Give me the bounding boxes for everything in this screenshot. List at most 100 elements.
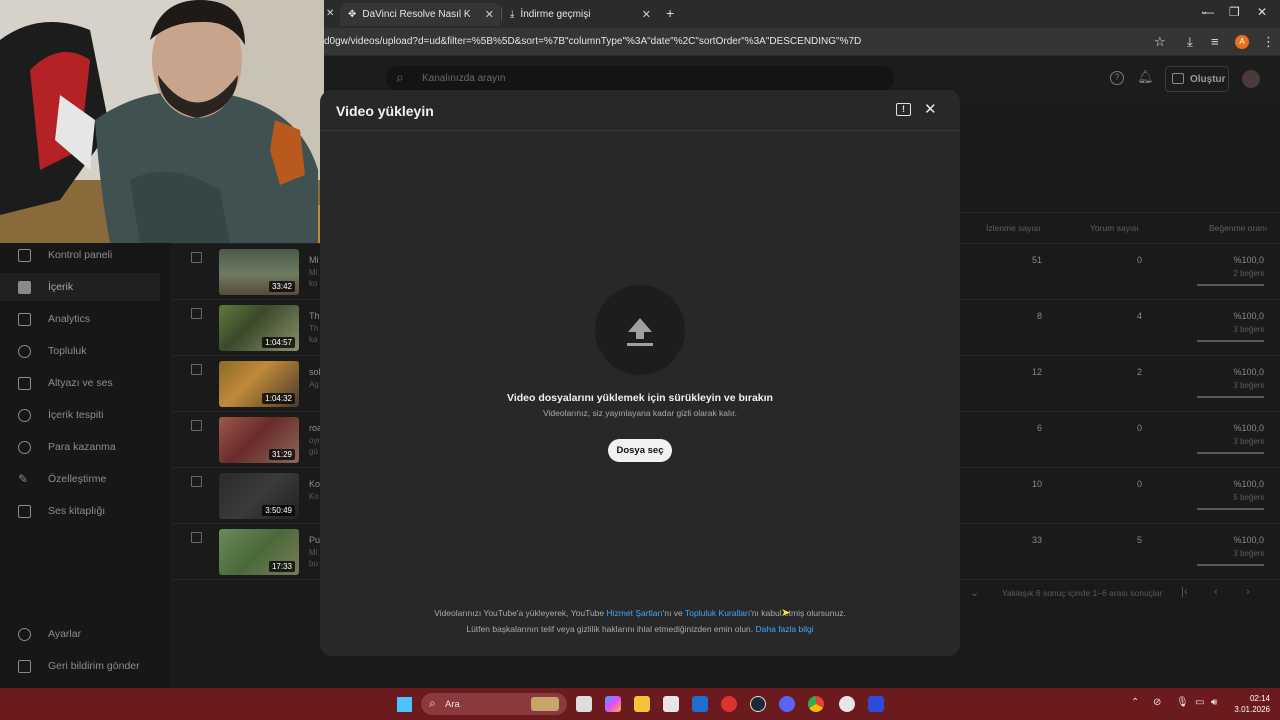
row-checkbox[interactable] <box>191 420 202 431</box>
new-tab-button[interactable]: + <box>666 5 674 21</box>
outlook-icon[interactable] <box>692 696 708 712</box>
video-description: Mi bu <box>309 548 318 568</box>
taskbar-search[interactable]: ⌕ Ara <box>421 693 567 715</box>
column-views[interactable]: İzlenme sayısı <box>986 223 1040 233</box>
close-tab-icon[interactable]: ✕ <box>326 8 334 19</box>
row-checkbox[interactable] <box>191 252 202 263</box>
sidebar-item-analytics[interactable]: Analytics <box>0 305 160 333</box>
video-thumbnail[interactable]: 3:50:49 <box>219 473 299 519</box>
store-icon[interactable] <box>663 696 679 712</box>
learn-more-link[interactable]: Daha fazla bilgi <box>756 624 814 634</box>
sidebar-item-label: Geri bildirim gönder <box>48 660 140 672</box>
video-thumbnail[interactable]: 1:04:32 <box>219 361 299 407</box>
task-view-icon[interactable] <box>576 696 592 712</box>
video-title[interactable]: Ko <box>309 479 320 489</box>
app-blue-icon[interactable] <box>868 696 884 712</box>
monetization-icon <box>18 440 31 454</box>
menu-dots-icon[interactable]: ⋮ <box>1262 34 1275 50</box>
feedback-icon <box>18 659 31 673</box>
tab-downloads[interactable]: ⤓ İndirme geçmişi ✕ <box>502 3 657 26</box>
downloads-icon[interactable]: ⤓ <box>1187 34 1193 50</box>
sidebar-item-subtitles[interactable]: Altyazı ve ses <box>0 369 160 397</box>
sidebar-item-audio-library[interactable]: Ses kitaplığı <box>0 497 160 525</box>
likes-count: 3 beğeni <box>1233 437 1264 446</box>
sidebar-item-customization[interactable]: ✎ Özelleştirme <box>0 465 160 493</box>
column-comments[interactable]: Yorum sayısı <box>1090 223 1139 233</box>
discord-icon[interactable] <box>779 696 795 712</box>
row-checkbox[interactable] <box>191 476 202 487</box>
copilot-icon[interactable] <box>605 696 621 712</box>
webcam-image <box>0 0 324 243</box>
create-icon <box>1172 73 1184 84</box>
views-value: 8 <box>1036 311 1042 321</box>
notifications-icon[interactable]: 🔔︎ <box>1137 69 1154 85</box>
video-thumbnail[interactable]: 17:33 <box>219 529 299 575</box>
chrome-icon[interactable] <box>808 696 824 712</box>
video-thumbnail[interactable]: 31:29 <box>219 417 299 463</box>
taskbar-clock[interactable]: 02:14 3.01.2026 <box>1228 693 1270 715</box>
prev-page-icon[interactable]: ‹ <box>1214 586 1218 598</box>
sidebar-item-monetization[interactable]: Para kazanma <box>0 433 160 461</box>
video-title[interactable]: Pu <box>309 535 320 545</box>
sidebar-item-copyright[interactable]: İçerik tespiti <box>0 401 160 429</box>
windows-start-icon[interactable] <box>396 696 412 712</box>
row-checkbox[interactable] <box>191 532 202 543</box>
steam-icon[interactable] <box>750 696 766 712</box>
display-icon[interactable]: ▭ <box>1195 697 1204 708</box>
likes-value: %100,0 <box>1233 423 1264 433</box>
network-icon[interactable]: ⊘ <box>1153 697 1161 708</box>
file-explorer-icon[interactable] <box>634 696 650 712</box>
sidebar-item-feedback[interactable]: Geri bildirim gönder <box>0 652 160 680</box>
tray-chevron-icon[interactable]: ⌃ <box>1131 697 1139 708</box>
sidebar-item-content[interactable]: İçerik <box>0 273 160 301</box>
microphone-icon[interactable]: 🎙︎ <box>1176 697 1189 708</box>
maximize-icon[interactable]: ❐ <box>1229 5 1240 19</box>
settings-app-icon[interactable] <box>839 696 855 712</box>
sidebar-item-dashboard[interactable]: Kontrol paneli <box>0 241 160 269</box>
volume-icon[interactable]: 🔊︎ <box>1211 697 1217 708</box>
row-checkbox[interactable] <box>191 308 202 319</box>
row-checkbox[interactable] <box>191 364 202 375</box>
sidebar-item-community[interactable]: Topluluk <box>0 337 160 365</box>
close-icon[interactable]: ✕ <box>924 100 937 118</box>
comments-value: 4 <box>1136 311 1142 321</box>
copyright-icon <box>18 408 31 422</box>
media-control-icon[interactable]: ≡ <box>1211 34 1219 49</box>
community-guidelines-link[interactable]: Topluluk Kuralları <box>685 608 750 618</box>
app-red-icon[interactable] <box>721 696 737 712</box>
taskbar-search-label: Ara <box>445 699 460 710</box>
first-page-icon[interactable]: |‹ <box>1181 586 1188 598</box>
rows-per-page-dropdown-icon[interactable]: ⌄ <box>970 586 979 599</box>
tab-label: DaVinci Resolve Nasıl Kullanılır <box>362 9 471 20</box>
create-button[interactable]: Oluştur <box>1165 66 1229 92</box>
sidebar-item-label: İçerik <box>48 281 74 293</box>
url-text[interactable]: d0gw/videos/upload?d=ud&filter=%5B%5D&so… <box>324 36 861 47</box>
bookmark-star-icon[interactable]: ☆ <box>1154 34 1166 50</box>
likes-count: 2 beğeni <box>1233 269 1264 278</box>
video-title[interactable]: sol <box>309 367 321 377</box>
analytics-icon <box>18 312 31 326</box>
search-input[interactable]: ⌕ Kanalınızda arayın <box>386 66 894 92</box>
tab-davinci[interactable]: ✥ DaVinci Resolve Nasıl Kullanılır ✕ <box>340 3 500 26</box>
profile-avatar[interactable]: A <box>1235 35 1249 49</box>
sidebar-item-settings[interactable]: Ayarlar <box>0 620 160 648</box>
window-close-icon[interactable]: ✕ <box>1257 5 1267 19</box>
video-title[interactable]: Th <box>309 311 320 321</box>
video-thumbnail[interactable]: 33:42 <box>219 249 299 295</box>
dialog-divider <box>320 130 960 131</box>
minimize-icon[interactable]: — <box>1202 5 1214 19</box>
help-icon[interactable]: ? <box>1110 71 1124 85</box>
likes-bar <box>1197 564 1264 566</box>
close-icon[interactable]: ✕ <box>485 8 494 21</box>
select-files-button[interactable]: Dosya seç <box>608 439 672 462</box>
feedback-icon[interactable]: ! <box>896 103 911 116</box>
next-page-icon[interactable]: › <box>1246 586 1250 598</box>
close-icon[interactable]: ✕ <box>642 8 651 21</box>
column-likes[interactable]: Beğenme oranı <box>1209 223 1267 233</box>
video-thumbnail[interactable]: 1:04:57 <box>219 305 299 351</box>
dialog-title: Video yükleyin <box>336 103 434 119</box>
channel-avatar[interactable] <box>1242 70 1260 88</box>
upload-drop-zone[interactable] <box>595 285 685 375</box>
terms-of-service-link[interactable]: Hizmet Şartları <box>607 608 663 618</box>
video-title[interactable]: Mi <box>309 255 319 265</box>
